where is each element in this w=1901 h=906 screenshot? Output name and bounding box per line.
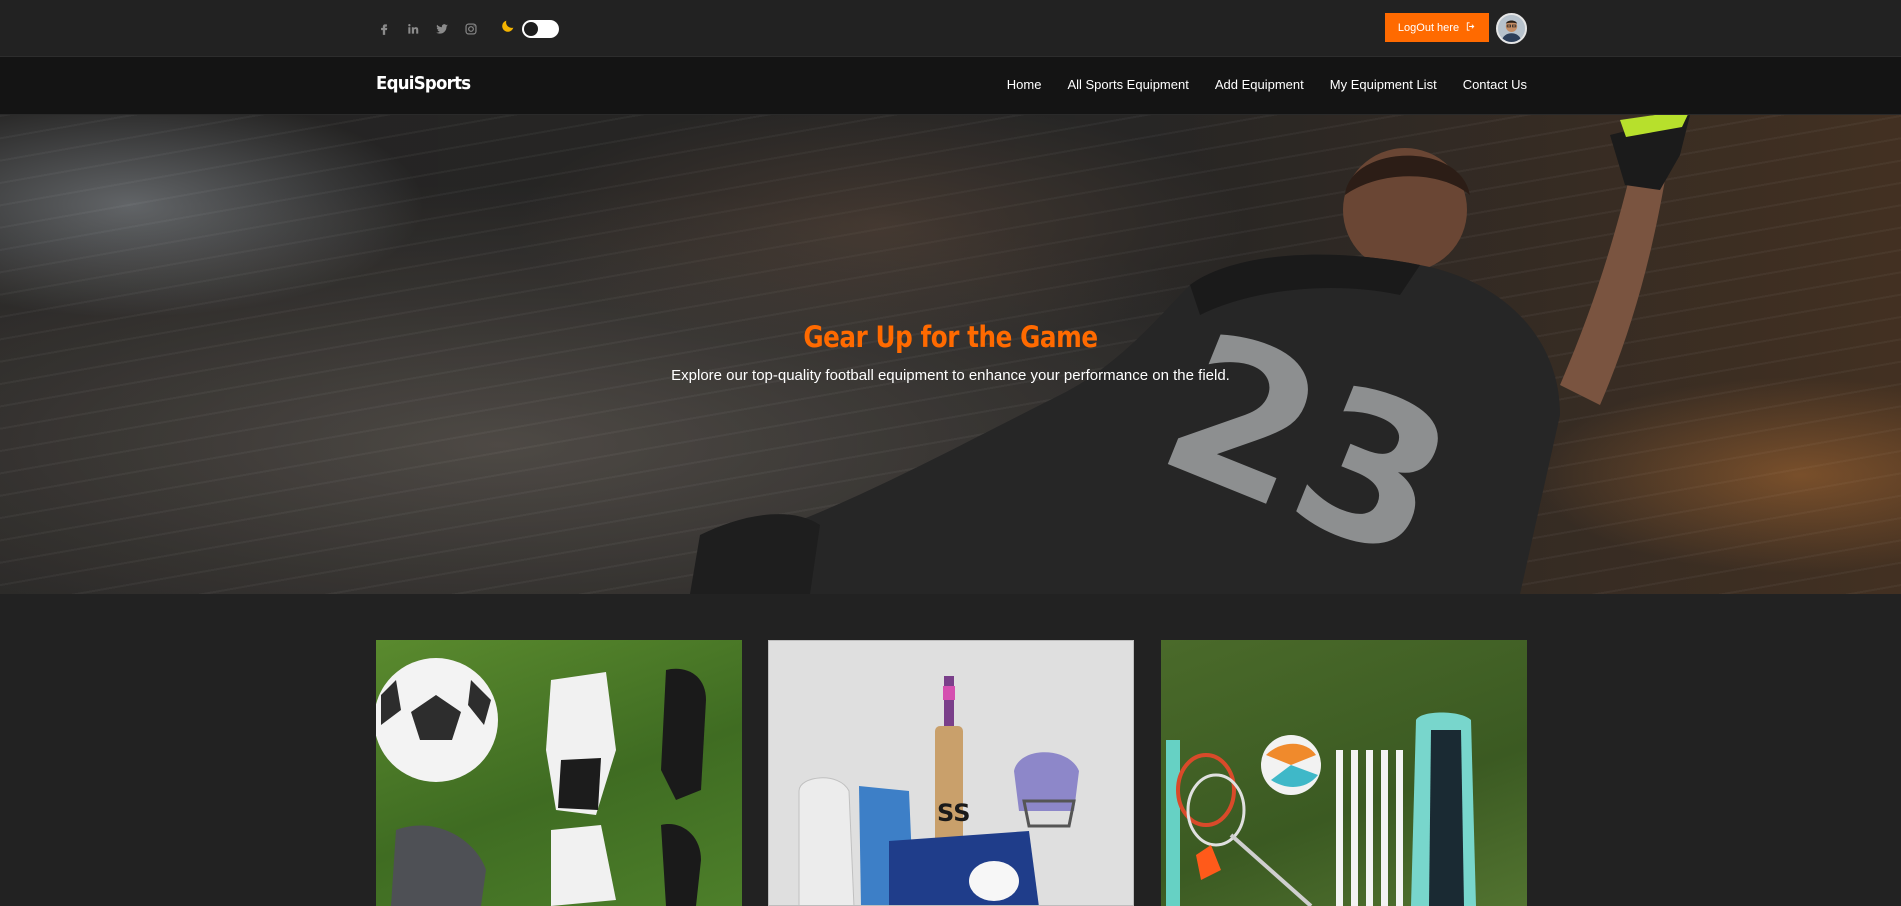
twitter-icon[interactable] <box>434 21 450 37</box>
goalkeeper-illustration: 23 <box>690 115 1690 594</box>
social-links <box>376 18 559 39</box>
nav-item-add-equipment[interactable]: Add Equipment <box>1215 77 1304 92</box>
cricket-equipment-image: SS <box>798 676 1079 905</box>
theme-toggle[interactable] <box>522 19 559 38</box>
toggle-knob <box>524 21 538 36</box>
logout-label: LogOut here <box>1397 21 1460 34</box>
brand-logo[interactable]: EquiSports <box>376 73 471 94</box>
logout-icon <box>1465 21 1476 35</box>
nav-item-my-equipment-list[interactable]: My Equipment List <box>1330 77 1437 92</box>
badminton-volleyball-set-image <box>1166 712 1476 906</box>
hero-banner: 23 Gear Up for the Game Explore our top-… <box>0 115 1901 594</box>
nav-menu: Home All Sports Equipment Add Equipment … <box>1007 77 1527 92</box>
top-bar: LogOut here <box>0 0 1901 57</box>
football-equipment-card[interactable] <box>376 640 742 906</box>
logout-button[interactable]: LogOut here <box>1385 13 1489 42</box>
nav-item-home[interactable]: Home <box>1007 77 1042 92</box>
main-navbar: EquiSports Home All Sports Equipment Add… <box>0 57 1901 115</box>
hero-title: Gear Up for the Game <box>803 320 1098 354</box>
linkedin-icon[interactable] <box>405 21 421 37</box>
football-equipment-image <box>376 658 706 906</box>
cricket-equipment-card[interactable]: SS <box>768 640 1134 906</box>
nav-item-all-sports-equipment[interactable]: All Sports Equipment <box>1067 77 1188 92</box>
svg-text:SS: SS <box>937 799 971 827</box>
nav-item-contact-us[interactable]: Contact Us <box>1463 77 1527 92</box>
facebook-icon[interactable] <box>376 21 392 37</box>
hero-subtitle: Explore our top-quality football equipme… <box>671 367 1230 384</box>
theme-switcher <box>500 18 559 39</box>
instagram-icon[interactable] <box>463 21 479 37</box>
equipment-cards: SS <box>376 640 1528 906</box>
badminton-volleyball-card[interactable] <box>1161 640 1527 906</box>
moon-icon <box>500 18 516 39</box>
avatar[interactable] <box>1496 13 1527 44</box>
